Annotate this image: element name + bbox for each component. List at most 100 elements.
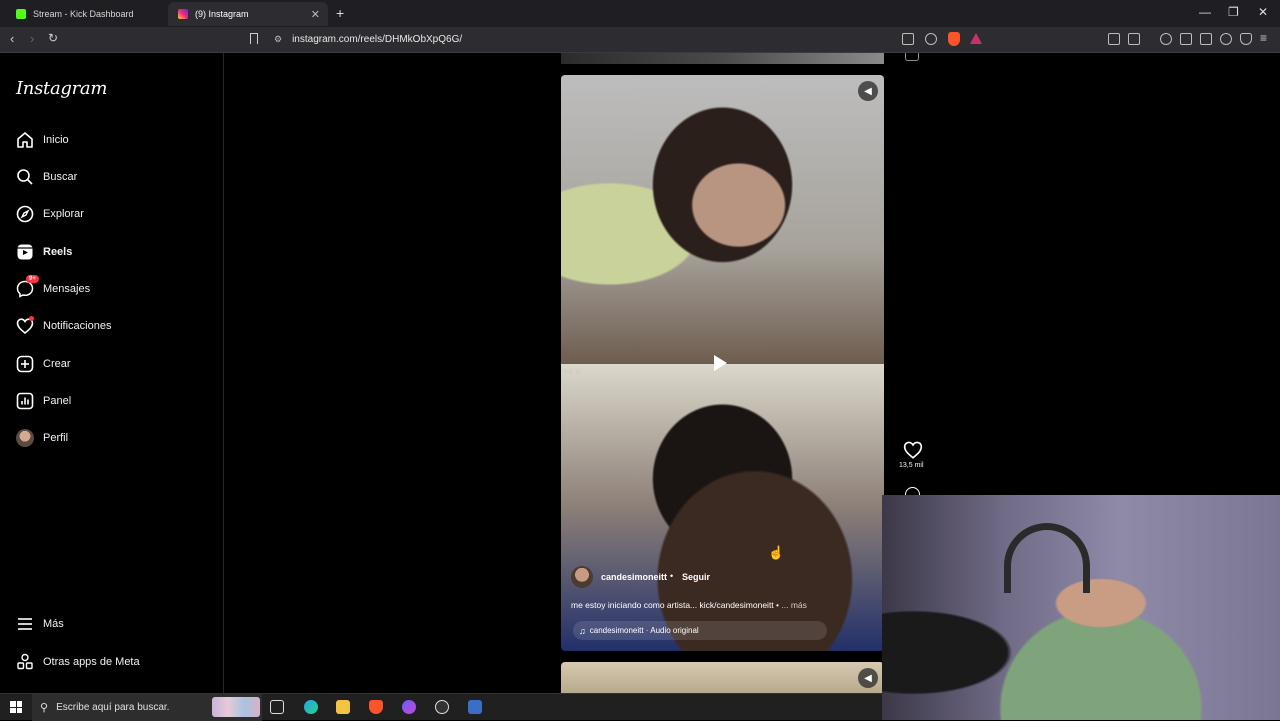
previous-reel-preview[interactable] <box>561 53 884 64</box>
sidebar-item-reels[interactable]: Reels <box>16 240 72 264</box>
volume-icon[interactable]: ◀ <box>858 668 878 688</box>
task-view-icon[interactable] <box>270 700 284 714</box>
sidebar-item-label: Perfil <box>43 432 69 444</box>
reels-icon <box>16 243 34 261</box>
music-note-icon: ♫ <box>579 625 586 636</box>
messages-badge: 9+ <box>26 275 39 283</box>
sidebar-item-panel[interactable]: Panel <box>16 389 71 413</box>
reel-info: candesimoneitt • Seguir me estoy inician… <box>561 555 884 651</box>
meta-apps-icon <box>16 653 34 671</box>
site-settings-icon[interactable]: ⚙ <box>274 34 282 45</box>
caption-text: me estoy iniciando como artista... kick/… <box>571 600 780 610</box>
minimize-button[interactable]: — <box>1199 5 1211 19</box>
webcam-overlay <box>882 495 1280 720</box>
close-tab-icon[interactable]: ✕ <box>311 8 320 21</box>
forward-icon[interactable]: › <box>30 31 34 46</box>
sidebar-item-label: Explorar <box>43 208 84 220</box>
more-options-icon[interactable] <box>905 53 919 61</box>
instagram-logo[interactable]: Instagram <box>16 78 107 99</box>
file-explorer-icon[interactable] <box>336 700 350 714</box>
sidebar-item-label: Otras apps de Meta <box>43 656 140 668</box>
author-username[interactable]: candesimoneitt <box>601 572 667 582</box>
reel-caption: me estoy iniciando como artista... kick/… <box>571 600 807 610</box>
sidebar-item-perfil[interactable]: Perfil <box>16 426 68 450</box>
heart-icon <box>16 316 34 335</box>
instagram-logo-icon <box>178 9 188 19</box>
sidebar-item-otras-apps[interactable]: Otras apps de Meta <box>16 650 140 674</box>
leo-ai-icon[interactable] <box>1220 33 1232 45</box>
discord-icon[interactable] <box>402 700 416 714</box>
reel-video[interactable]: ◀ me.tv candesimoneitt • Seguir me estoy… <box>561 75 884 651</box>
caption-more-link[interactable]: ... más <box>779 600 807 610</box>
new-tab-button[interactable]: + <box>336 5 344 21</box>
url-text: instagram.com/reels/DHMkObXpQ6G/ <box>292 34 463 45</box>
plus-square-icon <box>16 355 34 373</box>
sidebar-item-label: Buscar <box>43 171 78 183</box>
back-icon[interactable]: ‹ <box>10 31 14 46</box>
media-icon[interactable] <box>1160 33 1172 45</box>
sidebar-item-buscar[interactable]: Buscar <box>16 165 77 189</box>
play-icon[interactable] <box>714 355 727 371</box>
volume-icon[interactable]: ◀ <box>858 81 878 101</box>
separator-dot: • <box>670 571 674 581</box>
follow-button[interactable]: Seguir <box>682 572 710 582</box>
sidebar-item-label: Reels <box>43 246 73 258</box>
brave-icon[interactable] <box>369 700 383 714</box>
sidebar-item-label: Mensajes <box>43 283 91 295</box>
windows-start-icon[interactable] <box>10 701 22 713</box>
search-highlight-image <box>212 697 260 717</box>
search-icon: ⚲ <box>40 702 49 714</box>
bar-chart-icon <box>16 392 34 410</box>
sidebar-item-mensajes[interactable]: 9+ Mensajes <box>16 275 91 301</box>
sidebar-item-inicio[interactable]: Inicio <box>16 128 69 152</box>
compass-icon <box>16 205 34 223</box>
taskbar-search-box[interactable]: ⚲ Escribe aquí para buscar. <box>32 694 262 721</box>
tab-instagram[interactable]: (9) Instagram ✕ <box>168 2 328 26</box>
sidebar-item-explorar[interactable]: Explorar <box>16 202 84 226</box>
tab-title: (9) Instagram <box>195 9 249 19</box>
taskbar-search-placeholder: Escribe aquí para buscar. <box>56 702 170 713</box>
hand-cursor-icon: ☝ <box>768 545 785 560</box>
sidebar-item-label: Crear <box>43 358 71 370</box>
instagram-sidebar: Instagram Inicio Buscar Explorar Reels 9… <box>0 53 224 693</box>
sidebar-item-label: Más <box>43 618 64 630</box>
sidebar-item-label: Notificaciones <box>43 320 112 332</box>
tab-search-icon[interactable] <box>1128 33 1140 45</box>
share-icon[interactable] <box>925 33 937 45</box>
sidebar-toggle-icon[interactable] <box>1180 33 1192 45</box>
reload-icon[interactable]: ↻ <box>48 31 58 45</box>
obs-icon[interactable] <box>435 700 449 714</box>
like-count: 13,5 mil <box>899 462 924 469</box>
like-heart-icon[interactable] <box>903 440 923 460</box>
wallet-icon[interactable] <box>1200 33 1212 45</box>
next-reel-preview[interactable]: ◀ <box>561 662 884 693</box>
reel-frame-top <box>561 75 884 364</box>
restore-button[interactable]: ❐ <box>1228 5 1239 19</box>
browser-toolbar: ‹ › ↻ ⚙ instagram.com/reels/DHMkObXpQ6G/… <box>0 27 1280 53</box>
address-bar[interactable]: ⚙ instagram.com/reels/DHMkObXpQ6G/ <box>246 29 991 50</box>
author-avatar[interactable] <box>571 566 593 588</box>
brave-shields-icon[interactable] <box>948 32 960 46</box>
menu-icon <box>16 615 34 633</box>
audio-pill[interactable]: ♫ candesimoneitt · Audio original <box>573 621 827 640</box>
browser-tab-bar: Stream - Kick Dashboard (9) Instagram ✕ … <box>0 0 1280 27</box>
brave-rewards-icon[interactable] <box>970 33 982 44</box>
extensions-icon[interactable] <box>1108 33 1120 45</box>
sidebar-item-notificaciones[interactable]: Notificaciones <box>16 314 111 338</box>
calculator-icon[interactable] <box>468 700 482 714</box>
tab-kick-dashboard[interactable]: Stream - Kick Dashboard <box>6 2 166 26</box>
vpn-shield-icon[interactable] <box>1240 33 1252 45</box>
avatar-icon <box>16 429 34 447</box>
home-icon <box>16 131 34 149</box>
screen-cast-icon[interactable] <box>902 33 914 45</box>
edge-icon[interactable] <box>304 700 318 714</box>
messenger-icon: 9+ <box>16 275 39 298</box>
kick-logo-icon <box>16 9 26 19</box>
sidebar-item-mas[interactable]: Más <box>16 612 64 636</box>
browser-menu-icon[interactable]: ≡ <box>1260 31 1267 45</box>
headphones-shape <box>1004 523 1090 593</box>
windows-taskbar: ⚲ Escribe aquí para buscar. <box>0 693 882 721</box>
audio-label: candesimoneitt · Audio original <box>589 626 699 635</box>
sidebar-item-crear[interactable]: Crear <box>16 352 71 376</box>
close-window-button[interactable]: ✕ <box>1258 5 1268 19</box>
